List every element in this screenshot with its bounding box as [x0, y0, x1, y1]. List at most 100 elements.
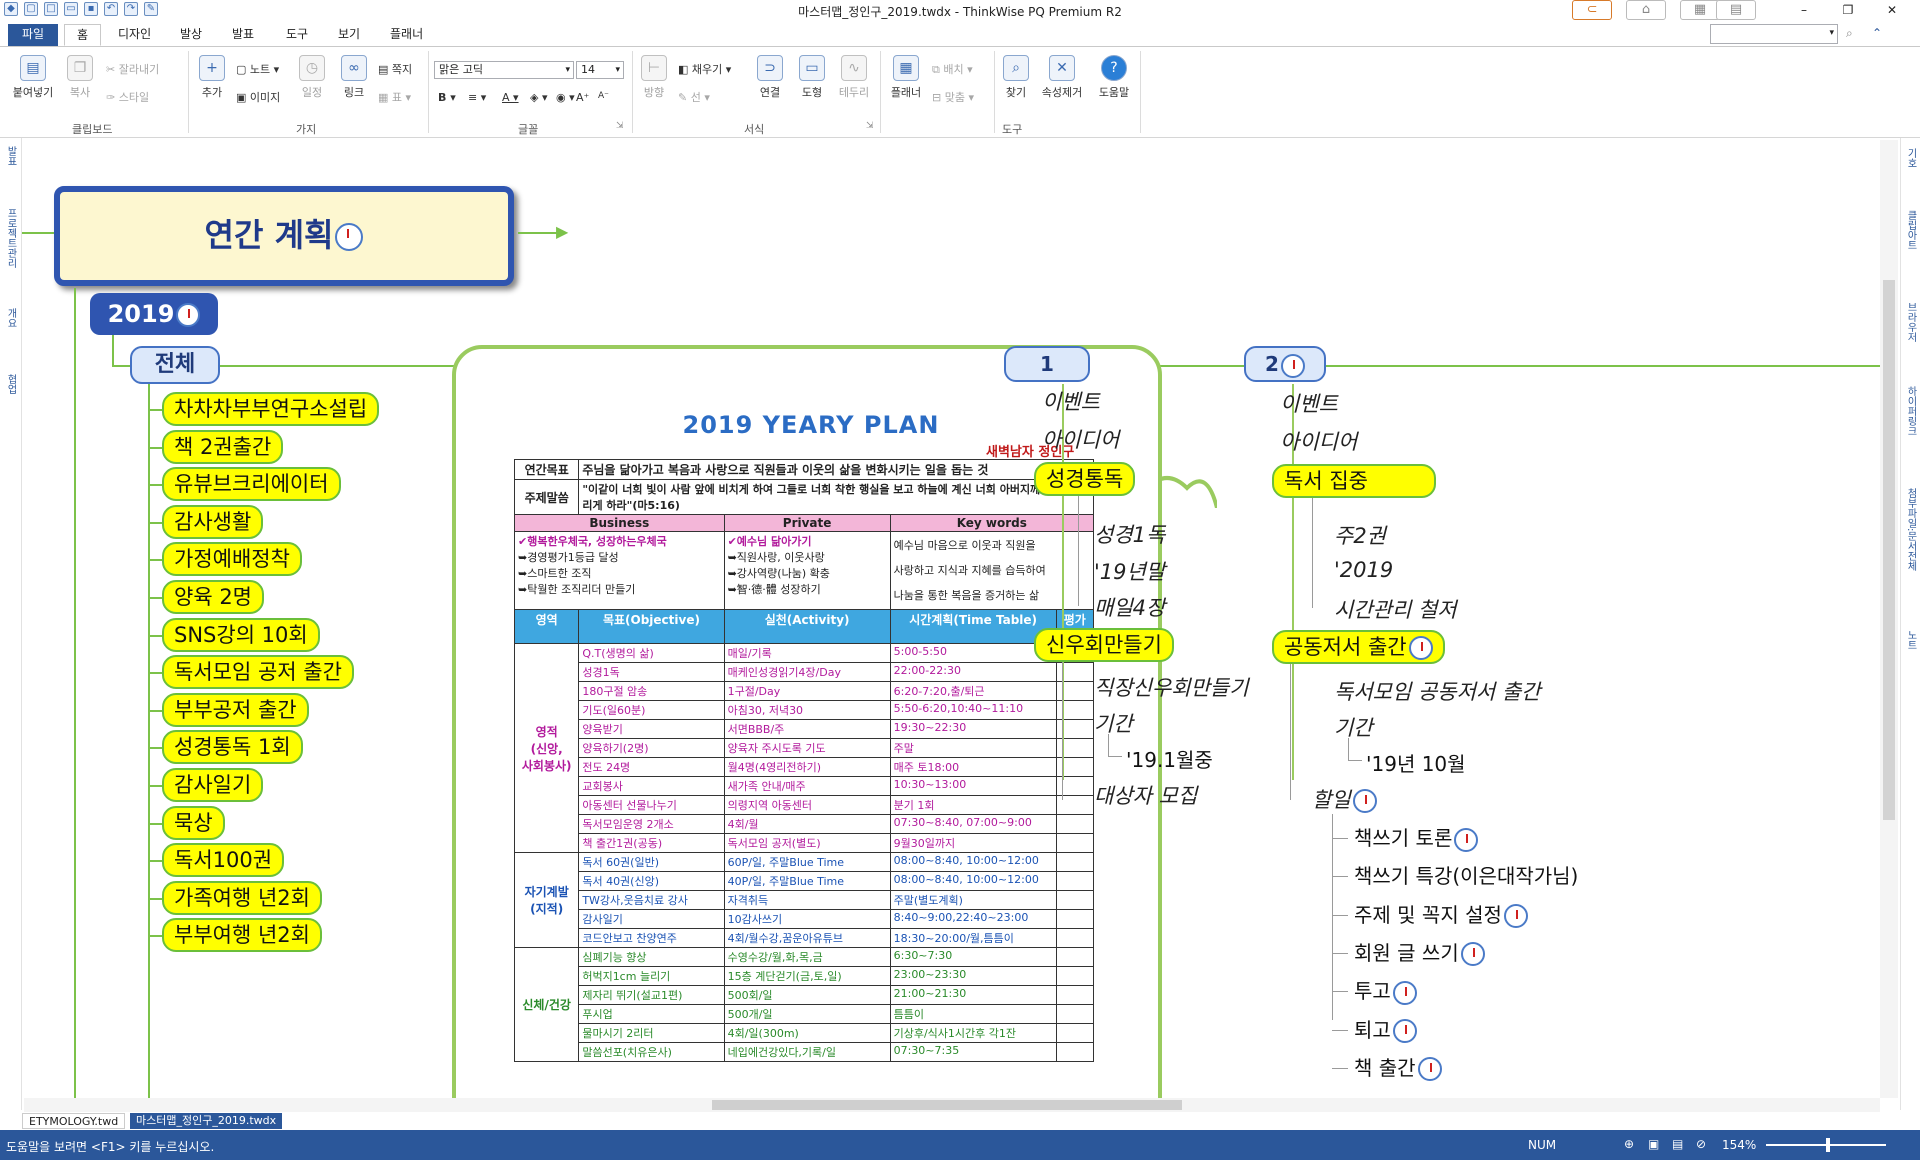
doc-tab-master-map[interactable]: 마스터맵_정인구_2019.twdx — [130, 1113, 283, 1129]
goal-topic[interactable]: 독서모임 공저 출간 — [162, 655, 354, 690]
text-format-button[interactable]: ◉ ▾ — [556, 91, 575, 104]
font-name-select[interactable]: 맑은 고딕 — [434, 61, 574, 79]
shape-button[interactable]: ▭ 도형 — [794, 55, 830, 100]
goal-topic[interactable]: 묵상 — [162, 805, 225, 840]
goal-topic[interactable]: SNS강의 10회 — [162, 617, 320, 652]
coauthor-item-1[interactable]: 독서모임 공동저서 출간 — [1334, 676, 1541, 706]
fill-button[interactable]: ◧ 채우기 ▾ — [678, 61, 731, 77]
goal-topic[interactable]: 성경통독 1회 — [162, 730, 303, 765]
shrink-font-button[interactable]: A⁻ — [598, 91, 609, 101]
fellowship-item-1[interactable]: 직장신우회만들기 — [1094, 672, 1249, 702]
todo-item[interactable]: 투고 — [1354, 975, 1417, 1005]
view-mode-icon[interactable]: ▣ — [1648, 1137, 1659, 1151]
reading-item-3[interactable]: 시간관리 철저 — [1334, 594, 1457, 624]
left-panel-present[interactable]: 발표 — [4, 146, 18, 166]
doc-tab-etymology[interactable]: ETYMOLOGY.twd — [22, 1113, 126, 1129]
goal-topic[interactable]: 가정예배정착 — [162, 542, 302, 577]
goal-topic[interactable]: 독서100권 — [162, 843, 285, 878]
todo-topic[interactable]: 할일 — [1312, 784, 1377, 814]
page-view-icon[interactable]: ▤ — [1672, 1137, 1683, 1151]
goal-topic[interactable]: 부부공저 출간 — [162, 692, 309, 727]
month-1-idea[interactable]: 아이디어 — [1042, 424, 1119, 454]
goal-topic[interactable]: 부부여행 년2회 — [162, 918, 322, 953]
highlight-button[interactable]: ◈ ▾ — [530, 91, 548, 104]
tab-ideation[interactable]: 발상 — [168, 24, 214, 46]
yearly-plan-document[interactable]: 2019 YEARY PLAN 새벽남자 정인구 연간목표 주님을 닮아가고 복음… — [452, 345, 1162, 1098]
note-button[interactable]: ▢ 노트 ▾ — [236, 61, 279, 77]
coauthor-item-2[interactable]: 기간 — [1334, 712, 1373, 742]
font-dialog-launcher-icon[interactable]: ⇲ — [616, 121, 624, 131]
font-color-button[interactable]: A ▾ — [502, 91, 519, 104]
year-topic[interactable]: 2019 — [90, 293, 218, 335]
month-1-event[interactable]: 이벤트 — [1042, 386, 1100, 416]
grow-font-button[interactable]: A⁺ — [576, 91, 589, 104]
todo-item[interactable]: 책쓰기 특강(이은대작가님) — [1354, 860, 1578, 889]
help-button[interactable]: ? 도움말 — [1094, 55, 1134, 100]
goal-topic[interactable]: 차차차부부연구소설립 — [162, 392, 380, 426]
tab-tools[interactable]: 도구 — [274, 24, 320, 46]
format-dialog-launcher-icon[interactable]: ⇲ — [866, 121, 874, 131]
table-button[interactable]: ▦ 표 ▾ — [378, 89, 411, 105]
line-button[interactable]: ✎ 선 ▾ — [678, 89, 710, 105]
right-panel-clipart[interactable]: 클립아트 — [1904, 210, 1918, 250]
reading-item-2[interactable]: '2019 — [1334, 558, 1393, 582]
bible-item-2[interactable]: '19년말 — [1094, 556, 1165, 586]
right-panel-note[interactable]: 노트 — [1904, 630, 1918, 650]
ribbon-collapse-icon[interactable]: ⌃ — [1872, 26, 1882, 40]
tab-file[interactable]: 파일 — [8, 24, 59, 46]
border-button[interactable]: ∿ 테두리 — [834, 55, 874, 100]
tab-design[interactable]: 디자인 — [106, 24, 163, 46]
remove-attr-button[interactable]: ✕ 속성제거 — [1036, 55, 1088, 100]
tab-planner[interactable]: 플래너 — [378, 24, 435, 46]
align-button[interactable]: ≡ ▾ — [468, 91, 486, 104]
all-topic[interactable]: 전체 — [130, 346, 220, 384]
planner-button[interactable]: ▦ 플래너 — [886, 55, 926, 100]
fellowship-item-2[interactable]: 기간 — [1094, 708, 1133, 738]
cut-button[interactable]: ✂ 잘라내기 — [106, 61, 159, 77]
vertical-scrollbar[interactable] — [1880, 140, 1898, 1098]
zoom-slider-thumb[interactable] — [1826, 1138, 1830, 1152]
goal-topic[interactable]: 감사일기 — [162, 768, 264, 802]
search-icon[interactable]: ⌕ — [1846, 26, 1853, 41]
tab-present[interactable]: 발표 — [220, 24, 266, 46]
add-button[interactable]: + 추가 — [194, 55, 230, 100]
arrange-button[interactable]: ⧉ 배치 ▾ — [932, 61, 973, 77]
zoom-page-icon[interactable]: ⊘ — [1696, 1137, 1706, 1151]
reading-item-1[interactable]: 주2권 — [1334, 520, 1386, 550]
link-button[interactable]: ∞ 링크 — [336, 55, 372, 100]
schedule-button[interactable]: ◷ 일정 — [294, 55, 330, 100]
connect-button[interactable]: ⊃ 연결 — [752, 55, 788, 100]
coauthor-period[interactable]: '19년 10월 — [1366, 748, 1466, 777]
restore-button[interactable]: ❐ — [1828, 0, 1868, 20]
month-2-idea[interactable]: 아이디어 — [1280, 426, 1357, 456]
month-1-topic[interactable]: 1 — [1004, 346, 1090, 382]
font-size-select[interactable]: 14 — [576, 61, 624, 79]
todo-item[interactable]: 퇴고 — [1354, 1014, 1417, 1043]
goal-topic[interactable]: 양육 2명 — [162, 580, 264, 614]
layout-button[interactable]: ▤ — [1716, 0, 1756, 20]
goal-topic[interactable]: 유뷰브크리에이터 — [162, 467, 341, 502]
left-panel-outline[interactable]: 개요 — [4, 308, 18, 328]
goal-topic[interactable]: 책 2권출간 — [162, 429, 284, 464]
minimize-button[interactable]: – — [1784, 0, 1824, 20]
right-panel-hyperlink[interactable]: 하이퍼링크 — [1904, 386, 1918, 436]
bible-item-1[interactable]: 성경1독 — [1094, 519, 1165, 549]
reading-focus-topic[interactable]: 독서 집중 — [1272, 464, 1436, 498]
home-button[interactable]: ⌂ — [1626, 0, 1666, 20]
month-2-event[interactable]: 이벤트 — [1280, 388, 1338, 418]
new-fellowship-topic[interactable]: 신우회만들기 — [1034, 628, 1174, 662]
find-button[interactable]: ⌕ 찾기 — [1000, 55, 1032, 100]
page-button[interactable]: ▤ 쪽지 — [378, 61, 412, 77]
fellowship-period[interactable]: '19.1월중 — [1126, 744, 1213, 773]
copy-button[interactable]: ❐ 복사 — [62, 55, 98, 100]
todo-item[interactable]: 책 출간 — [1354, 1052, 1442, 1082]
paste-button[interactable]: ▤ 붙여넣기 — [8, 55, 58, 100]
tab-home[interactable]: 홈 — [64, 24, 102, 46]
bold-button[interactable]: B ▾ — [438, 91, 456, 104]
todo-item[interactable]: 책쓰기 토론 — [1354, 822, 1479, 852]
month-2-topic[interactable]: 2 — [1244, 346, 1326, 382]
image-button[interactable]: ▣ 이미지 — [236, 89, 280, 105]
bible-item-3[interactable]: 매일4장 — [1094, 592, 1165, 622]
left-panel-project[interactable]: 프로젝트관리 — [4, 208, 18, 268]
search-box[interactable] — [1710, 24, 1838, 44]
